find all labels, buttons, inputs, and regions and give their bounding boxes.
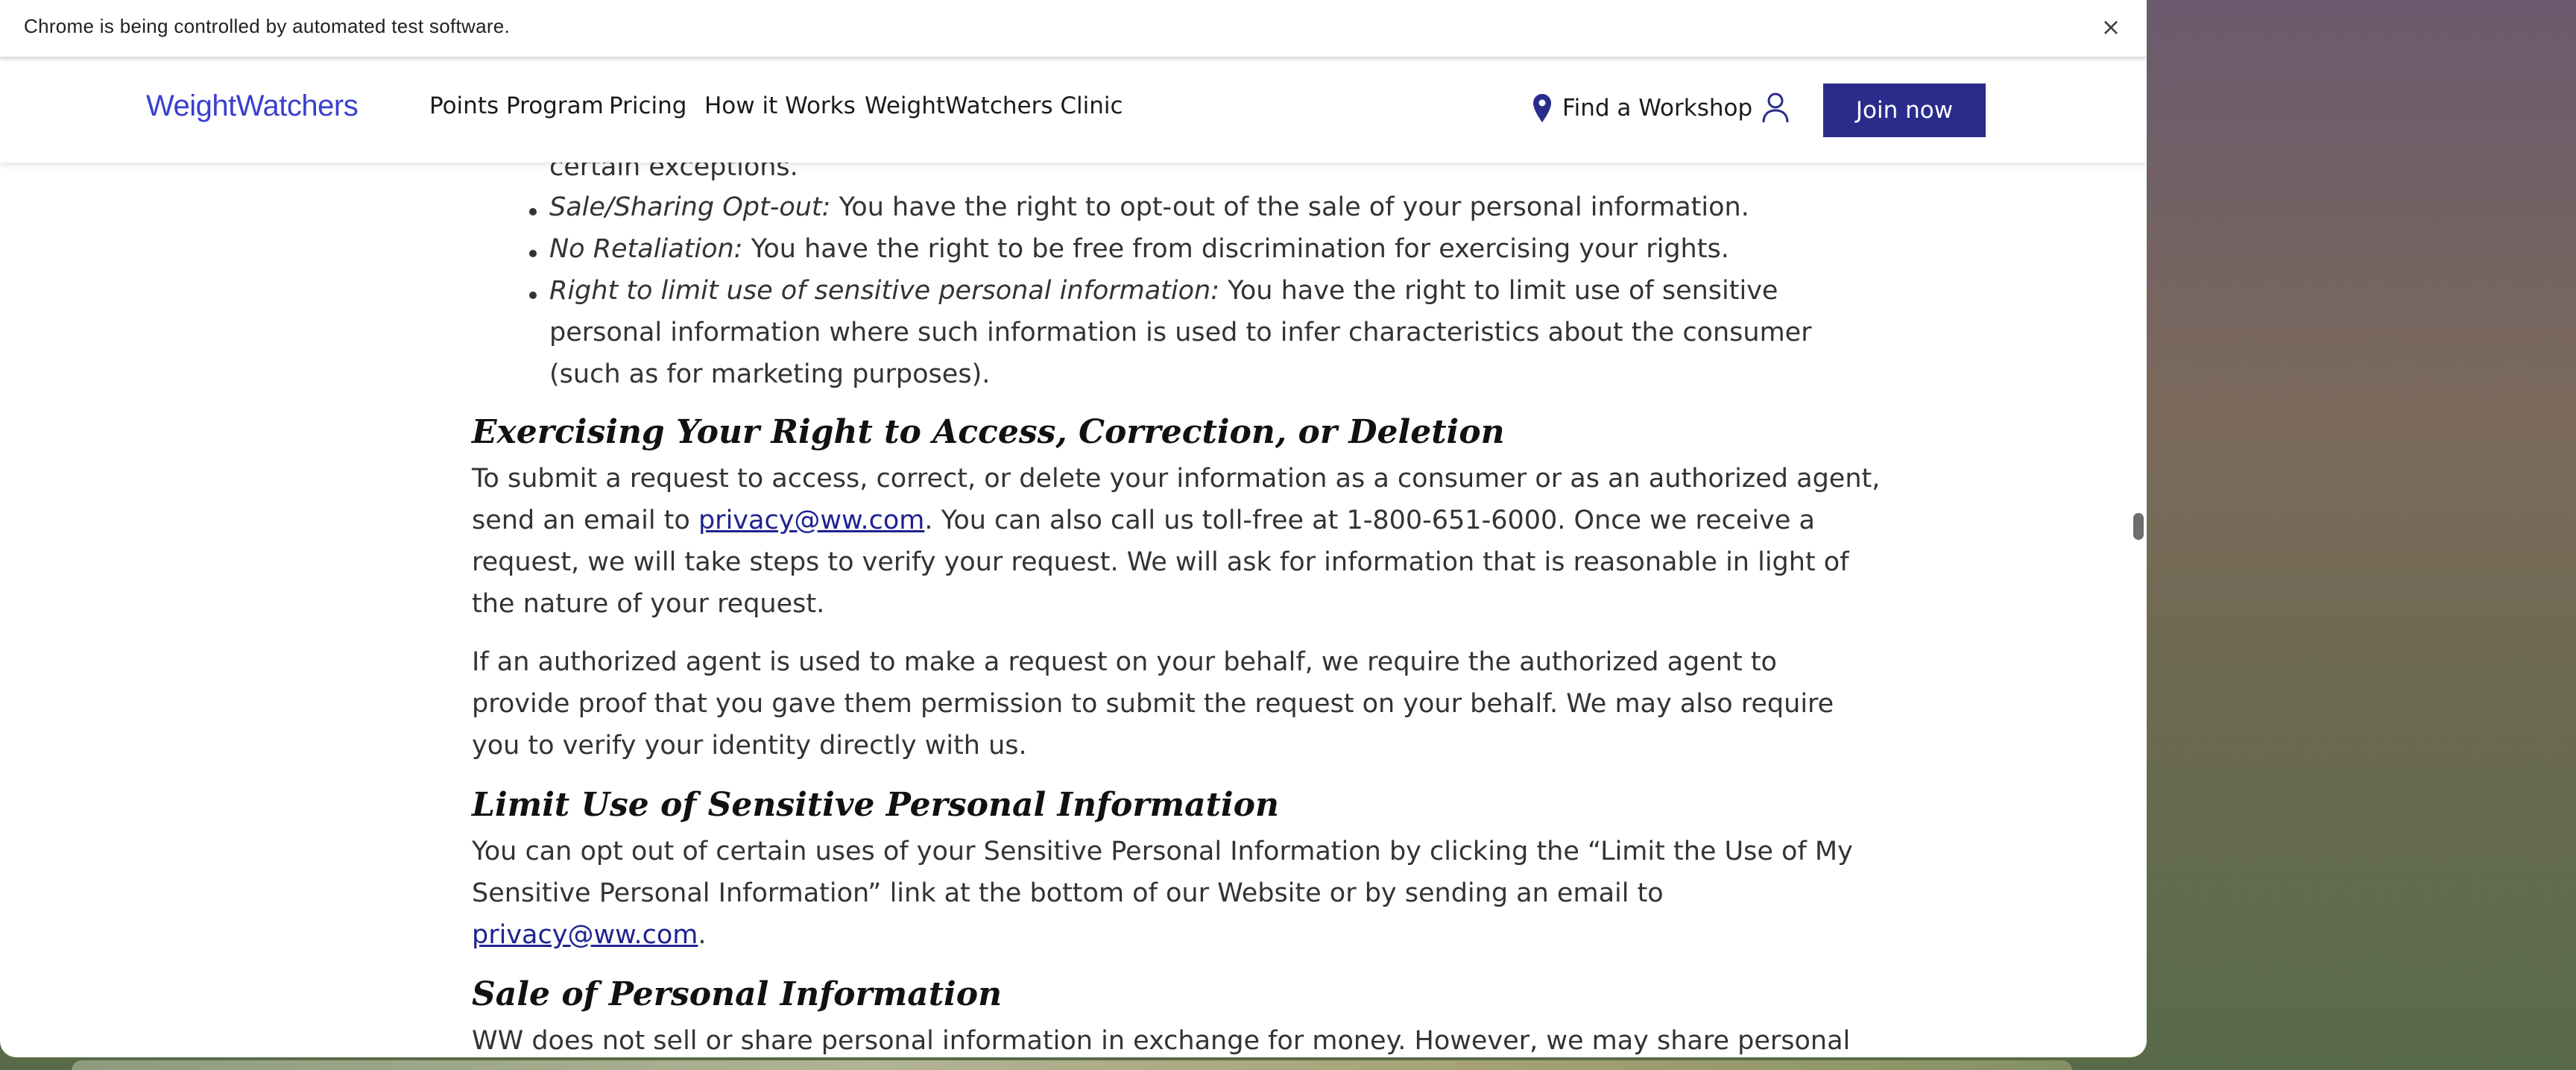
bullet-text: You have the right to limit use of sensi… [1219, 276, 1778, 306]
section-heading-sale: Sale of Personal Information [472, 975, 1003, 1013]
find-workshop-label: Find a Workshop [1562, 95, 1753, 122]
site-header: WeightWatchers Points Program Pricing Ho… [0, 60, 2147, 163]
privacy-email-link[interactable]: privacy@ww.com [472, 920, 698, 950]
account-icon[interactable] [1761, 91, 1790, 124]
paragraph-line: the nature of your request. [472, 589, 825, 619]
weightwatchers-logo[interactable]: WeightWatchers [146, 89, 359, 123]
section-heading-limit-use: Limit Use of Sensitive Personal Informat… [472, 786, 1279, 824]
paragraph-line: you to verify your identity directly wit… [472, 731, 1027, 761]
paragraph-line: provide proof that you gave them permiss… [472, 689, 1834, 719]
browser-window: Chrome is being controlled by automated … [0, 0, 2147, 1057]
paragraph-line: WW does not sell or share personal infor… [472, 1026, 1851, 1056]
privacy-email-link[interactable]: privacy@ww.com [698, 506, 924, 535]
paragraph-line: request, we will take steps to verify yo… [472, 547, 1849, 577]
bullet-term: No Retaliation: [549, 234, 743, 264]
bullet-sale-sharing-opt-out: Sale/Sharing Opt-out: You have the right… [549, 192, 1749, 222]
paragraph-line: If an authorized agent is used to make a… [472, 647, 1777, 677]
join-now-button[interactable]: Join now [1823, 84, 1986, 137]
bullet-text: You have the right to be free from discr… [742, 234, 1729, 264]
section-heading-exercising-rights: Exercising Your Right to Access, Correct… [472, 413, 1505, 451]
close-icon[interactable]: × [2096, 12, 2126, 42]
dock-strip [72, 1060, 2072, 1070]
bullet-term: Sale/Sharing Opt-out: [549, 192, 831, 222]
paragraph-text: . You can also call us toll-free at 1-80… [924, 506, 1815, 535]
bullet-term: Right to limit use of sensitive personal… [549, 276, 1220, 306]
location-pin-icon [1533, 94, 1551, 122]
find-workshop-link[interactable]: Find a Workshop [1532, 89, 1752, 127]
bullet-no-retaliation: No Retaliation: You have the right to be… [549, 234, 1729, 264]
automation-infobar: Chrome is being controlled by automated … [0, 0, 2147, 58]
bullet-limit-sensitive: Right to limit use of sensitive personal… [549, 276, 1778, 306]
bullet-continuation: (such as for marketing purposes). [549, 359, 991, 389]
bullet-marker [529, 250, 537, 257]
period: . [698, 920, 707, 950]
paragraph-line: You can opt out of certain uses of your … [472, 837, 1853, 866]
paragraph-line: send an email to privacy@ww.com. You can… [472, 506, 1815, 535]
bullet-text: You have the right to opt-out of the sal… [830, 192, 1749, 222]
paragraph-line: privacy@ww.com. [472, 920, 707, 950]
scrollbar-thumb[interactable] [2133, 513, 2144, 540]
paragraph-line: Sensitive Personal Information” link at … [472, 878, 1664, 908]
infobar-message: Chrome is being controlled by automated … [24, 15, 511, 37]
bullet-marker [529, 208, 537, 215]
bullet-continuation: personal information where such informat… [549, 318, 1812, 347]
nav-pricing[interactable]: Pricing [609, 92, 687, 119]
nav-weightwatchers-clinic[interactable]: WeightWatchers Clinic [865, 92, 1123, 119]
bullet-marker [529, 292, 537, 299]
paragraph-line: To submit a request to access, correct, … [472, 464, 1881, 494]
nav-points-program[interactable]: Points Program [429, 92, 604, 119]
nav-how-it-works[interactable]: How it Works [704, 92, 856, 119]
paragraph-text: send an email to [472, 506, 698, 535]
